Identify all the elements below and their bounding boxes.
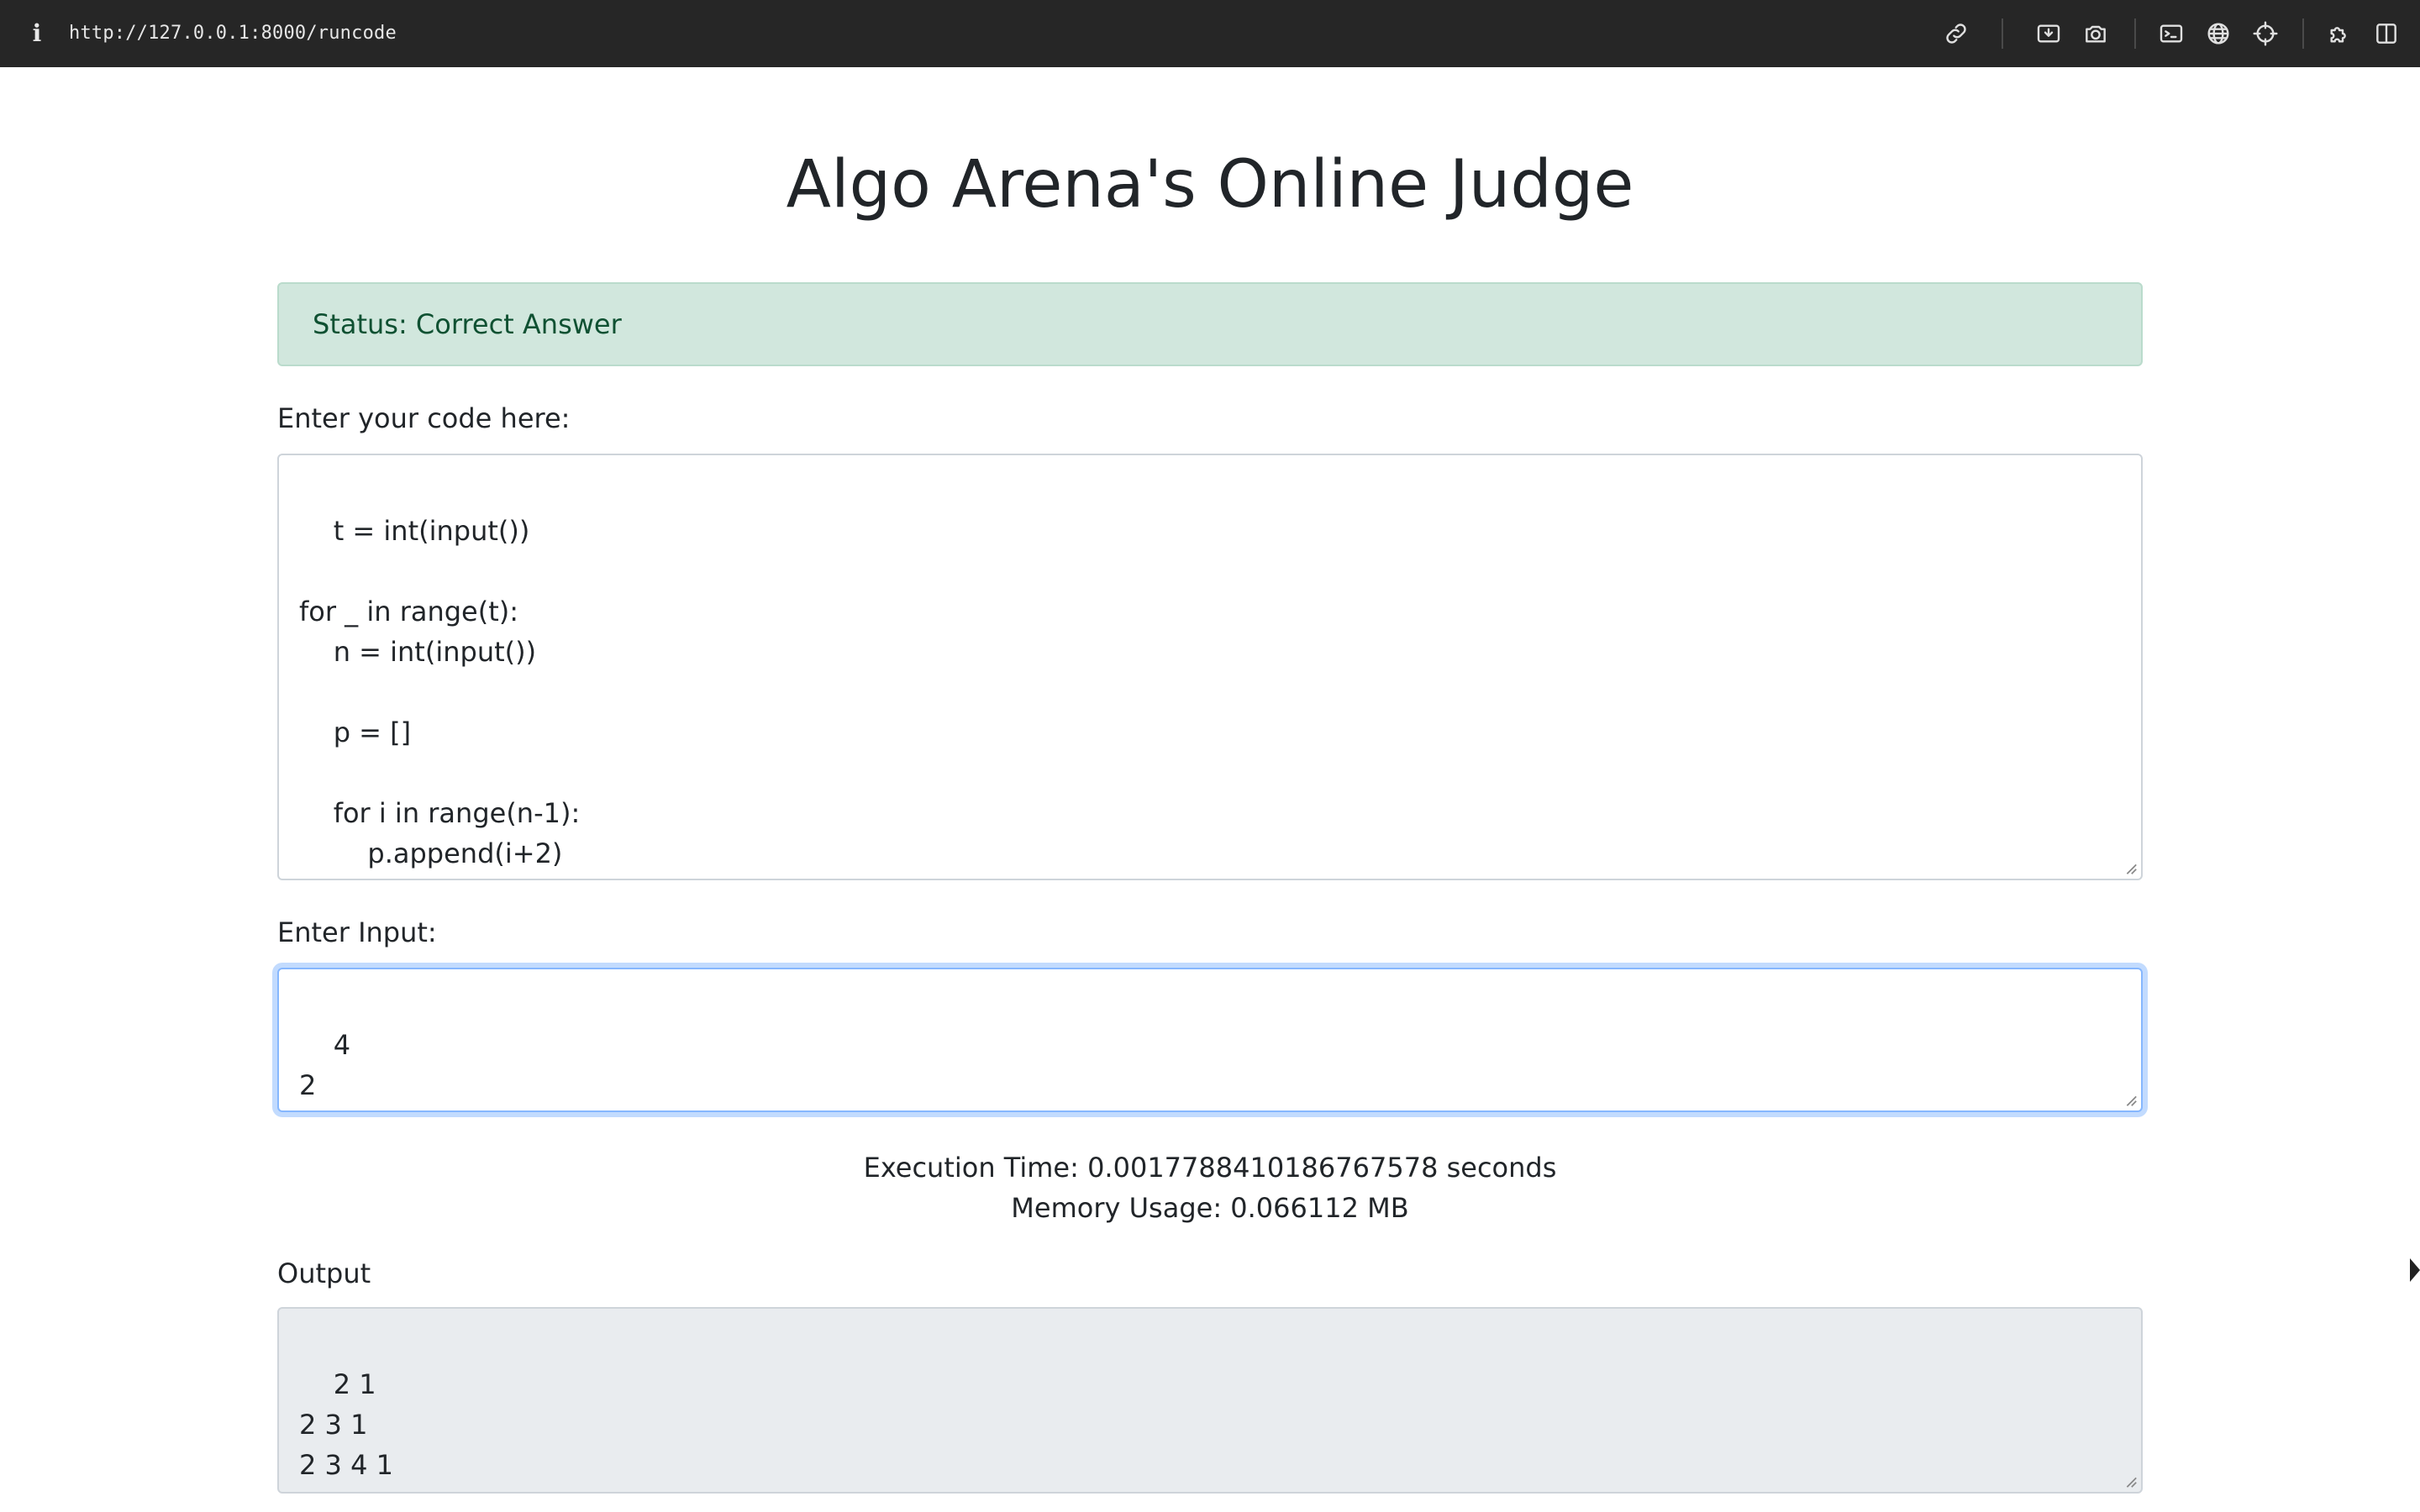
memory-usage: Memory Usage: 0.066112 MB [1011, 1192, 1409, 1224]
site-info-icon[interactable]: i [29, 18, 45, 49]
status-alert: Status: Correct Answer [277, 282, 2143, 366]
link-icon[interactable] [1941, 18, 1971, 49]
resize-handle-icon[interactable] [2123, 1473, 2138, 1488]
output-text: 2 1 2 3 1 2 3 4 1 2 3 4 5 1 [299, 1368, 418, 1492]
page-title: Algo Arena's Online Judge [786, 147, 1634, 223]
toolbar-separator [2002, 18, 2003, 49]
code-textarea[interactable]: t = int(input()) for _ in range(t): n = … [277, 454, 2143, 880]
execution-time: Execution Time: 0.0017788410186767578 se… [863, 1152, 1557, 1184]
address-bar-url[interactable]: http://127.0.0.1:8000/runcode [69, 0, 397, 67]
camera-icon[interactable] [2081, 18, 2111, 49]
code-text: t = int(input()) for _ in range(t): n = … [299, 515, 581, 869]
globe-icon[interactable] [2203, 18, 2233, 49]
resize-handle-icon[interactable] [2123, 1092, 2138, 1107]
toolbar-separator [2302, 18, 2304, 49]
crosshair-icon[interactable] [2250, 18, 2281, 49]
resize-handle-icon[interactable] [2123, 860, 2138, 875]
extensions-icon[interactable] [2324, 18, 2354, 49]
input-label: Enter Input: [277, 916, 437, 948]
terminal-icon[interactable] [2156, 18, 2186, 49]
toolbar-separator [2134, 18, 2136, 49]
code-label: Enter your code here: [277, 402, 571, 434]
input-text: 4 2 3 4 5 [299, 1029, 351, 1110]
output-label: Output [277, 1257, 371, 1289]
output-textarea[interactable]: 2 1 2 3 1 2 3 4 1 2 3 4 5 1 [277, 1307, 2143, 1494]
sidebar-icon[interactable] [2371, 18, 2402, 49]
input-textarea[interactable]: 4 2 3 4 5 [277, 968, 2143, 1112]
browser-toolbar: i http://127.0.0.1:8000/runcode [0, 0, 2420, 67]
mouse-cursor-icon [2410, 1258, 2420, 1282]
download-icon[interactable] [2033, 18, 2064, 49]
